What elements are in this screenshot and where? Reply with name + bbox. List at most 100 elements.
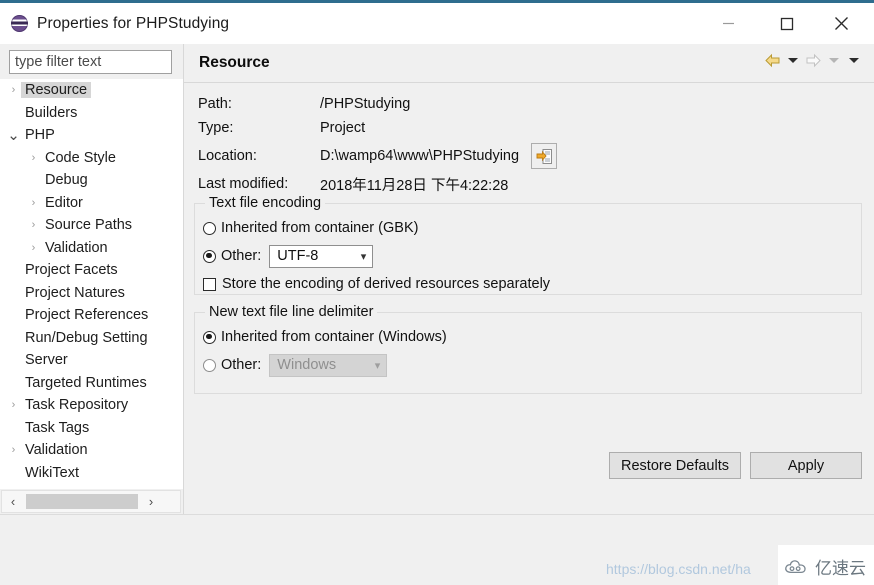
encoding-inherited-row[interactable]: Inherited from container (GBK)	[203, 215, 861, 241]
info-value-type: Project	[320, 120, 366, 136]
back-arrow-icon[interactable]	[764, 53, 781, 68]
maximize-icon	[780, 17, 794, 30]
delimiter-other-radio[interactable]	[203, 358, 216, 372]
page-header: Resource	[184, 44, 874, 82]
page-title: Resource	[199, 54, 270, 71]
page-action-buttons: Restore Defaults Apply	[609, 452, 862, 479]
info-label-last-modified: Last modified:	[198, 176, 289, 192]
sidebar-item-label: Debug	[45, 172, 88, 189]
sidebar-item-targeted-runtimes[interactable]: Targeted Runtimes	[0, 372, 183, 395]
text-file-encoding-group: Text file encoding Inherited from contai…	[194, 195, 862, 297]
encoding-other-radio[interactable]	[203, 249, 216, 263]
sidebar-item-label: Task Tags	[25, 419, 90, 436]
open-location-icon-button[interactable]	[531, 143, 558, 169]
properties-dialog: Properties for PHPStudying ›ResourceBuil…	[0, 0, 874, 585]
close-button[interactable]	[818, 3, 864, 44]
eclipse-icon	[11, 15, 28, 32]
sidebar-item-label: Resource	[21, 82, 92, 99]
settings-tree[interactable]: › Resource Builders ⌄ PHP › Code Style Debug › Ed…	[0, 79, 183, 489]
info-row-path: Path: /PHPStudying	[198, 92, 858, 116]
encoding-other-row[interactable]: Other: UTF-8 ▾	[203, 241, 861, 271]
store-derived-label: Store the encoding of derived resources …	[222, 276, 551, 292]
chevron-right-icon[interactable]: ›	[6, 444, 21, 456]
delimiter-select-value: Windows	[277, 357, 337, 373]
sidebar-item-label: PHP	[25, 127, 55, 144]
chevron-right-icon[interactable]: ›	[6, 84, 21, 96]
sidebar-item-php[interactable]: ⌄ PHP	[0, 124, 183, 147]
sidebar-item-debug[interactable]: Debug	[0, 169, 183, 192]
sidebar-item-validation[interactable]: › Validation	[0, 237, 183, 260]
sidebar-item-source-paths[interactable]: › Source Paths	[0, 214, 183, 237]
sidebar-item-task-tags[interactable]: Task Tags	[0, 417, 183, 440]
sidebar-item-project-facets[interactable]: Project Facets	[0, 259, 183, 282]
delimiter-inherited-label: Inherited from container (Windows)	[221, 329, 447, 345]
sidebar-item-project-references[interactable]: Project References	[0, 304, 183, 327]
info-value-path: /PHPStudying	[320, 96, 411, 112]
open-location-icon	[536, 148, 552, 164]
apply-button[interactable]: Apply	[750, 452, 862, 479]
brand-watermark-text: 亿速云	[815, 559, 866, 578]
sidebar-item-label: Targeted Runtimes	[25, 374, 147, 391]
title-bar: Properties for PHPStudying	[0, 3, 874, 44]
page-nav-icons	[764, 53, 862, 68]
sidebar-item-label: WikiText	[25, 464, 79, 481]
sidebar-item-label: Code Style	[45, 149, 116, 166]
sidebar-item-label: Task Repository	[25, 397, 129, 414]
minimize-button[interactable]	[705, 3, 751, 44]
delimiter-inherited-radio[interactable]	[203, 330, 216, 344]
sidebar-item-label: Source Paths	[45, 217, 133, 234]
back-history-chevron-down-icon[interactable]	[788, 58, 798, 63]
restore-defaults-button[interactable]: Restore Defaults	[609, 452, 741, 479]
sidebar-item-label: Builders	[25, 104, 78, 121]
scroll-right-arrow-icon[interactable]: ›	[140, 491, 162, 512]
encoding-select[interactable]: UTF-8 ▾	[269, 244, 374, 268]
sidebar-item-wikitext[interactable]: WikiText	[0, 462, 183, 485]
store-derived-checkbox[interactable]	[203, 277, 216, 291]
scrollbar-thumb[interactable]	[26, 494, 138, 509]
sidebar-item-builders[interactable]: Builders	[0, 102, 183, 125]
filter-field-wrapper	[9, 50, 172, 74]
window-title: Properties for PHPStudying	[37, 14, 230, 32]
sidebar-item-label: Server	[25, 352, 68, 369]
info-label-location: Location:	[198, 148, 257, 164]
sidebar-item-project-natures[interactable]: Project Natures	[0, 282, 183, 305]
sidebar-item-label: Project Natures	[25, 284, 125, 301]
sidebar-item-label: Project Facets	[25, 262, 118, 279]
sidebar-item-validation[interactable]: › Validation	[0, 439, 183, 462]
sidebar-item-label: Validation	[25, 442, 88, 459]
info-value-last-modified: 2018年11月28日 下午4:22:28	[320, 177, 509, 194]
resource-info: Path: /PHPStudying Type: Project Locatio…	[198, 92, 858, 196]
delimiter-other-row[interactable]: Other: Windows ▾	[203, 350, 861, 380]
maximize-button[interactable]	[764, 3, 810, 44]
chevron-down-icon: ▾	[360, 250, 367, 263]
store-derived-row[interactable]: Store the encoding of derived resources …	[203, 271, 861, 297]
sidebar-item-run-debug-setting[interactable]: Run/Debug Setting	[0, 327, 183, 350]
encoding-select-value: UTF-8	[277, 248, 319, 264]
sidebar-item-editor[interactable]: › Editor	[0, 192, 183, 215]
resource-page: Resource Path: /PHPStudying Type: Projec…	[184, 44, 874, 514]
chevron-down-icon[interactable]: ⌄	[6, 128, 21, 143]
cloud-logo-icon	[785, 559, 806, 573]
delimiter-select: Windows ▾	[269, 353, 388, 377]
chevron-right-icon[interactable]: ›	[26, 197, 41, 209]
sidebar-item-resource[interactable]: › Resource	[0, 79, 183, 102]
chevron-right-icon[interactable]: ›	[26, 219, 41, 231]
dialog-footer: ? Apply and Close	[0, 515, 874, 585]
sidebar-item-server[interactable]: Server	[0, 349, 183, 372]
chevron-right-icon[interactable]: ›	[26, 152, 41, 164]
encoding-inherited-radio[interactable]	[203, 221, 216, 235]
sidebar-item-task-repository[interactable]: › Task Repository	[0, 394, 183, 417]
chevron-right-icon[interactable]: ›	[6, 399, 21, 411]
view-menu-chevron-down-icon[interactable]	[849, 58, 859, 63]
sidebar-item-code-style[interactable]: › Code Style	[0, 147, 183, 170]
info-label-path: Path:	[198, 96, 232, 112]
delimiter-inherited-row[interactable]: Inherited from container (Windows)	[203, 324, 861, 350]
filter-input[interactable]	[9, 50, 172, 74]
tree-horizontal-scrollbar[interactable]: ‹ ›	[1, 490, 181, 513]
chevron-right-icon[interactable]: ›	[26, 242, 41, 254]
info-value-location: D:\wamp64\www\PHPStudying	[320, 148, 520, 164]
scroll-left-arrow-icon[interactable]: ‹	[2, 491, 24, 512]
forward-arrow-icon	[805, 53, 822, 68]
header-divider	[184, 82, 874, 83]
info-row-type: Type: Project	[198, 116, 858, 140]
